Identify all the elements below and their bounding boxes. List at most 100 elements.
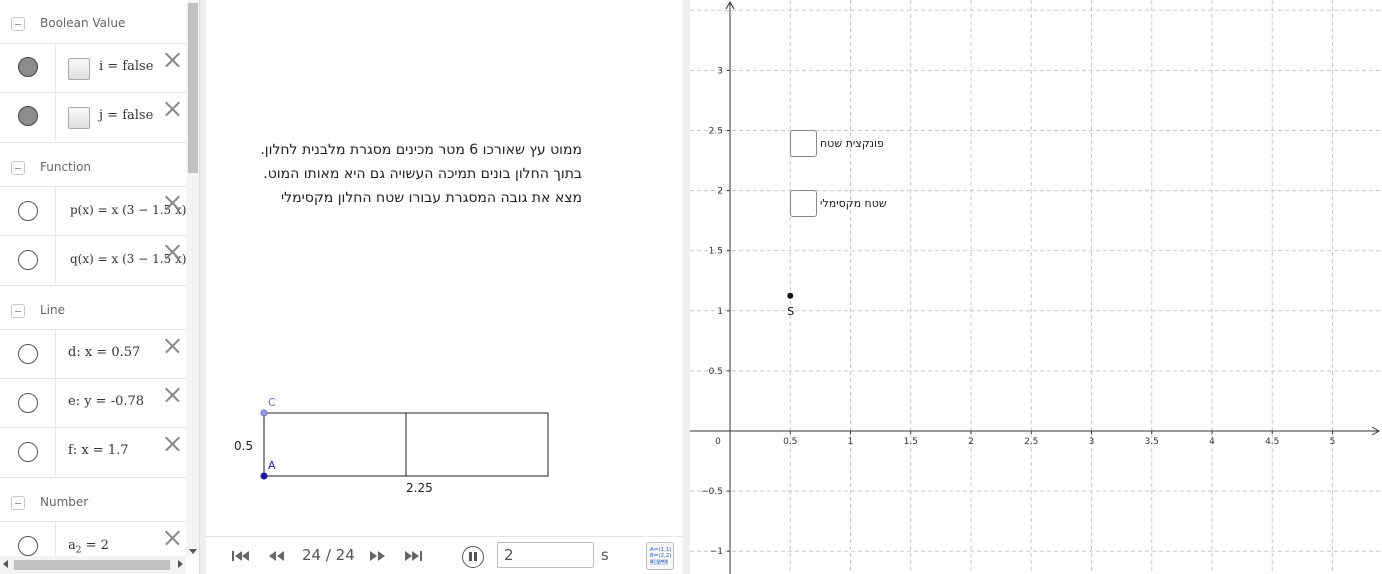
delete-icon[interactable]: [164, 195, 180, 211]
visibility-marble-icon[interactable]: [18, 393, 38, 413]
geogebra-app: Boolean Value i = false j = false Functi…: [0, 0, 1382, 574]
delete-icon[interactable]: [164, 244, 180, 260]
group-line[interactable]: Line: [0, 285, 186, 331]
x-tick-label: 4: [1209, 437, 1215, 447]
group-boolean[interactable]: Boolean Value: [0, 0, 186, 46]
y-tick-label: 2: [717, 187, 723, 197]
speed-unit: s: [601, 546, 609, 564]
point-s: [787, 292, 794, 299]
y-tick-label: 1: [717, 307, 723, 317]
expr-value: = 2: [81, 538, 109, 553]
point-a[interactable]: [260, 472, 268, 480]
animation-player: 24 / 24 2 s A=(1,1) B=(2,2) a: y=x: [206, 536, 683, 574]
collapse-icon[interactable]: [11, 161, 25, 175]
label-point-s: S: [787, 305, 794, 318]
expression-d[interactable]: d: x = 0.57: [68, 345, 140, 360]
coordinate-grid[interactable]: 0 0.5 1 1.5 2 2.5 3 3.5 4 4.5 5 3 2.5 2 1.5 1 0.5 −0.5 −1 S: [690, 0, 1382, 574]
algebra-row-j[interactable]: j = false: [0, 92, 186, 141]
scroll-left-icon[interactable]: [3, 560, 8, 568]
checkbox-max-area-label[interactable]: שטח מקסימלי: [820, 197, 887, 210]
visibility-marble-icon[interactable]: [18, 344, 38, 364]
x-tick-label: 3.5: [1145, 437, 1159, 447]
x-tick-label: 1.5: [904, 437, 918, 447]
delete-icon[interactable]: [164, 101, 180, 117]
checkbox-area-function[interactable]: [790, 130, 817, 157]
expression-i[interactable]: i = false: [99, 59, 153, 74]
previous-step-icon[interactable]: [266, 549, 286, 565]
delete-icon[interactable]: [164, 530, 180, 546]
algebra-row-p[interactable]: p(x) = x (3 − 1.5 x): [0, 186, 186, 235]
expression-a2[interactable]: a2 = 2: [68, 538, 109, 556]
expression-j[interactable]: j = false: [99, 108, 153, 123]
y-tick-label: 0.5: [709, 367, 723, 377]
algebra-row-f[interactable]: f: x = 1.7: [0, 427, 186, 476]
animation-speed-input[interactable]: 2: [497, 542, 594, 568]
horizontal-scrollbar[interactable]: [0, 556, 186, 574]
marble-cell: [0, 428, 56, 476]
visibility-marble-icon[interactable]: [18, 250, 38, 270]
first-step-icon[interactable]: [230, 549, 250, 565]
x-tick-label: 4.5: [1265, 437, 1279, 447]
y-tick-label: 2.5: [709, 127, 723, 137]
checkbox-area-function-label[interactable]: פונקצית שטח: [820, 137, 884, 150]
marble-cell: [0, 379, 56, 427]
boolean-checkbox-i[interactable]: [68, 58, 90, 80]
x-tick-label: 0.5: [783, 437, 797, 447]
group-label: Function: [40, 160, 92, 174]
collapse-icon[interactable]: [11, 496, 25, 510]
x-tick-label: 3: [1089, 437, 1095, 447]
height-label: 0.5: [234, 439, 253, 453]
algebra-view-toggle-button[interactable]: A=(1,1) B=(2,2) a: y=x: [646, 542, 674, 570]
checkbox-max-area[interactable]: [790, 190, 817, 217]
next-step-icon[interactable]: [368, 549, 388, 565]
algebra-row-d[interactable]: d: x = 0.57: [0, 329, 186, 378]
panel-divider[interactable]: [683, 0, 690, 574]
expression-f[interactable]: f: x = 1.7: [68, 443, 129, 458]
scroll-right-icon[interactable]: [178, 560, 183, 568]
label-point-a: A: [268, 459, 276, 472]
window-frame-drawing[interactable]: C A 0.5 2.25: [206, 0, 683, 536]
pause-icon[interactable]: [462, 546, 484, 568]
scroll-down-icon[interactable]: [189, 549, 197, 554]
collapse-icon[interactable]: [11, 17, 25, 31]
algebra-row-e[interactable]: e: y = -0.78: [0, 378, 186, 427]
visibility-marble-icon[interactable]: [18, 106, 38, 126]
graphics-view-1[interactable]: ממוט עץ שאורכו 6 מטר מכינים מסגרת מלבנית…: [206, 0, 683, 574]
scroll-thumb[interactable]: [14, 560, 170, 570]
algebra-btn-line: a: y=x: [650, 559, 669, 565]
marble-cell: [0, 330, 56, 378]
delete-icon[interactable]: [164, 436, 180, 452]
collapse-icon[interactable]: [11, 304, 25, 318]
vertical-scrollbar[interactable]: [186, 0, 199, 556]
visibility-marble-icon[interactable]: [18, 201, 38, 221]
visibility-marble-icon[interactable]: [18, 536, 38, 556]
expr-base: a: [68, 538, 76, 553]
scroll-thumb[interactable]: [188, 3, 198, 173]
y-tick-label: −1: [710, 547, 723, 557]
visibility-marble-icon[interactable]: [18, 57, 38, 77]
algebra-row-i[interactable]: i = false: [0, 43, 186, 92]
point-c[interactable]: [260, 409, 268, 417]
delete-icon[interactable]: [164, 338, 180, 354]
algebra-row-q[interactable]: q(x) = x (3 − 1.5 x): [0, 235, 186, 284]
expression-e[interactable]: e: y = -0.78: [68, 394, 144, 409]
delete-icon[interactable]: [164, 52, 180, 68]
group-label: Line: [40, 303, 66, 317]
width-label: 2.25: [406, 481, 433, 495]
delete-icon[interactable]: [164, 387, 180, 403]
marble-cell: [0, 236, 56, 284]
last-step-icon[interactable]: [404, 549, 424, 565]
x-tick-label: 2: [968, 437, 974, 447]
x-tick-label: 0: [715, 437, 721, 447]
boolean-checkbox-j[interactable]: [68, 107, 90, 129]
marble-cell: [0, 44, 56, 92]
group-label: Number: [40, 495, 89, 509]
x-tick-label: 5: [1330, 437, 1336, 447]
visibility-marble-icon[interactable]: [18, 442, 38, 462]
group-number[interactable]: Number: [0, 477, 186, 523]
graphics-view-2[interactable]: 0 0.5 1 1.5 2 2.5 3 3.5 4 4.5 5 3 2.5 2 1.5 1 0.5 −0.5 −1 S…: [690, 0, 1382, 574]
x-tick-label: 1: [848, 437, 854, 447]
group-label: Boolean Value: [40, 16, 126, 30]
group-function[interactable]: Function: [0, 142, 186, 188]
y-tick-label: 3: [717, 66, 723, 76]
